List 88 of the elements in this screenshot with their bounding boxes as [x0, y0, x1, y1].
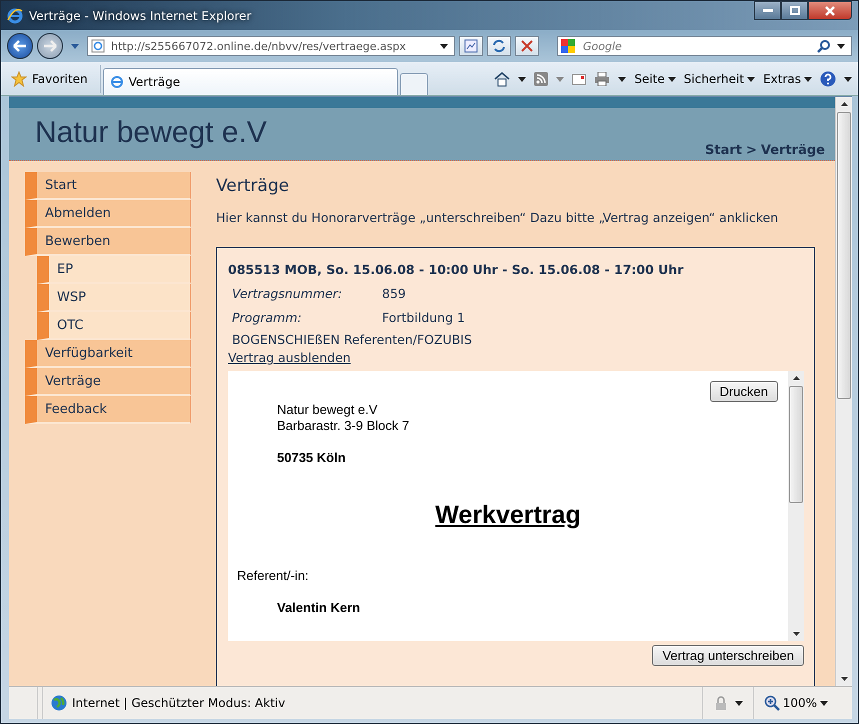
globe-icon: [51, 695, 67, 711]
document-scrollbar[interactable]: [788, 371, 804, 641]
forward-button[interactable]: [37, 33, 63, 59]
scroll-down-icon[interactable]: [840, 677, 848, 681]
nav-menu-item[interactable]: Bewerben: [25, 228, 191, 256]
scroll-down-icon[interactable]: [792, 632, 800, 636]
nav-menu-item[interactable]: Start: [25, 172, 191, 200]
compatibility-button[interactable]: [459, 36, 483, 56]
maximize-icon: [790, 6, 800, 15]
document-title: Werkvertrag: [435, 501, 581, 529]
address-city: 50735 Köln: [277, 450, 347, 466]
field-label: Programm:: [232, 310, 303, 324]
address-line: Barbarastr. 3-9 Block 7: [277, 418, 410, 434]
stop-button[interactable]: [515, 36, 539, 56]
zoom-level[interactable]: 100%: [782, 696, 817, 710]
home-icon[interactable]: [494, 71, 510, 87]
stop-icon: [521, 40, 533, 52]
breadcrumb-link[interactable]: Start: [705, 143, 742, 158]
dropdown-arrow-icon[interactable]: [837, 44, 845, 48]
nav-submenu-item[interactable]: WSP: [37, 284, 191, 312]
browser-logo-icon: [7, 8, 23, 24]
minimize-icon: [762, 8, 772, 12]
field-value: 859: [382, 286, 406, 300]
page-icon: [110, 75, 124, 89]
caret-icon: [747, 76, 756, 82]
hide-contract-link[interactable]: Vertrag ausblenden: [228, 350, 351, 365]
back-button[interactable]: [7, 33, 33, 59]
field-value: Fortbildung 1: [382, 310, 465, 324]
dropdown-arrow-icon[interactable]: [820, 700, 828, 706]
star-icon: [11, 71, 27, 87]
contract-description: BOGENSCHIEßEN Referenten/FOZUBIS: [231, 332, 473, 347]
nav-submenu-item[interactable]: OTC: [37, 312, 191, 340]
printer-icon[interactable]: [594, 72, 610, 86]
refresh-icon: [492, 39, 506, 53]
minimize-button[interactable]: [754, 1, 781, 20]
search-icon[interactable]: [817, 39, 831, 53]
address-line: Natur bewegt e.V: [277, 402, 378, 418]
page-heading: Verträge: [216, 176, 290, 196]
close-button[interactable]: [808, 1, 852, 20]
sign-contract-button[interactable]: Vertrag unterschreiben: [652, 645, 804, 666]
dropdown-arrow-icon[interactable]: [734, 700, 743, 706]
search-provider-icon: [561, 39, 575, 53]
compatibility-icon: [464, 39, 478, 53]
forward-arrow-icon: [43, 40, 57, 52]
dropdown-arrow-icon[interactable]: [618, 76, 626, 82]
nav-menu-item[interactable]: Feedback: [25, 396, 191, 424]
breadcrumb-link[interactable]: Verträge: [760, 143, 825, 158]
command-menu[interactable]: Seite: [634, 72, 676, 86]
field-label: Vertragsnummer:: [232, 286, 344, 300]
nav-submenu-item[interactable]: EP: [37, 256, 191, 284]
url-text: http://s255667072.online.de/nbvv/res/vertraege.aspx: [111, 40, 407, 52]
dropdown-arrow-icon[interactable]: [440, 44, 448, 48]
zoom-icon[interactable]: [764, 695, 780, 711]
scroll-thumb[interactable]: [837, 112, 851, 399]
close-icon: [825, 6, 835, 16]
nav-menu-item[interactable]: Verfügbarkeit: [25, 340, 191, 368]
scroll-thumb[interactable]: [789, 386, 803, 503]
page-scrollbar[interactable]: [835, 97, 852, 686]
window-title: Verträge - Windows Internet Explorer: [29, 8, 252, 22]
nav-menu-item[interactable]: Abmelden: [25, 200, 191, 228]
nav-menu-item[interactable]: Verträge: [25, 368, 191, 396]
browser-tab[interactable]: Verträge: [102, 68, 398, 95]
command-menu[interactable]: Extras: [763, 72, 812, 86]
scroll-up-icon[interactable]: [840, 102, 848, 106]
caret-icon: [804, 76, 812, 82]
command-menu[interactable]: Sicherheit: [684, 72, 756, 86]
print-button[interactable]: Drucken: [710, 381, 778, 402]
mail-icon[interactable]: [572, 74, 586, 84]
party-name: Valentin Kern: [277, 600, 362, 616]
back-arrow-icon: [13, 40, 27, 52]
dropdown-arrow-icon[interactable]: [844, 76, 852, 82]
address-field[interactable]: http://s255667072.online.de/nbvv/res/vertraege.aspx: [87, 36, 455, 56]
favorites-button[interactable]: Favoriten: [7, 65, 101, 93]
feed-icon[interactable]: [534, 72, 548, 86]
contract-title: 085513 MOB, So. 15.06.08 - 10:00 Uhr - So. 15.06.08 - 17:00 Uhr: [228, 262, 684, 277]
page-icon: [91, 39, 105, 53]
maximize-button[interactable]: [781, 1, 808, 20]
breadcrumb-separator: >: [746, 143, 757, 158]
search-field[interactable]: Google: [557, 36, 852, 56]
party-label: Referent/-in:: [236, 568, 310, 584]
help-icon[interactable]: [820, 71, 836, 87]
site-title: Natur bewegt e.V: [35, 116, 267, 150]
dropdown-arrow-icon[interactable]: [518, 76, 526, 82]
scroll-up-icon[interactable]: [792, 376, 800, 380]
intro-text: Hier kannst du Honorarverträge „unterschreiben“ Dazu bitte „Vertrag anzeigen“ anklicken: [216, 210, 780, 225]
refresh-button[interactable]: [487, 36, 511, 56]
caret-icon: [668, 76, 676, 82]
zone-text: Internet | Geschützter Modus: Aktiv: [72, 696, 286, 710]
